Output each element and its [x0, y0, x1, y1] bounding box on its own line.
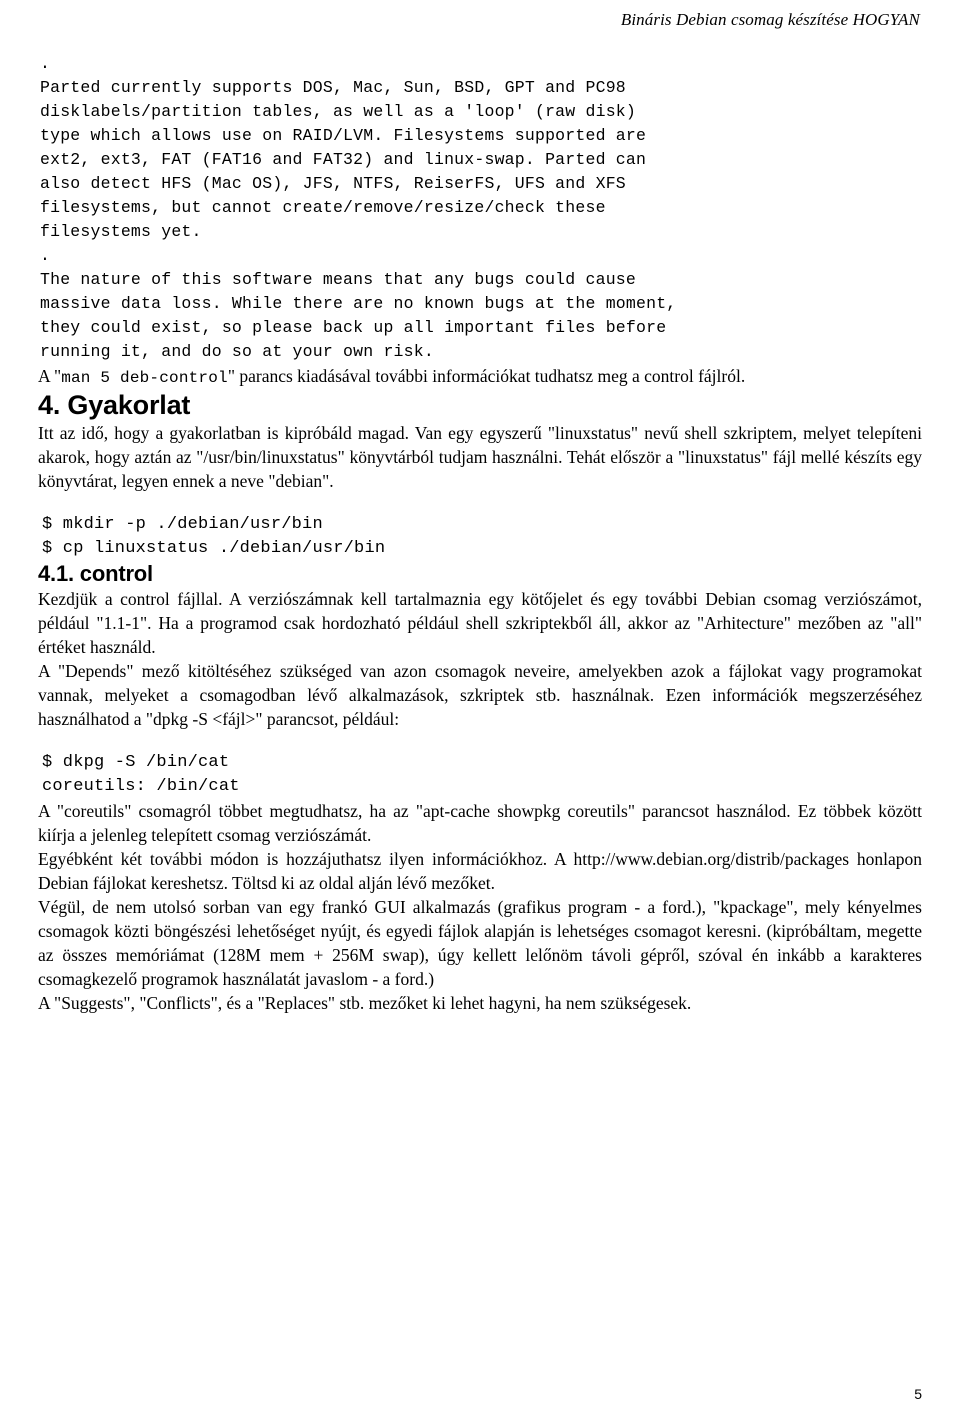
- command-line: $ dkpg -S /bin/cat: [42, 753, 230, 772]
- text-suffix: " parancs kiadásával további információk…: [227, 366, 746, 386]
- command-block-dpkg: $ dkpg -S /bin/cat coreutils: /bin/cat: [42, 751, 922, 799]
- code-line: also detect HFS (Mac OS), JFS, NTFS, Rei…: [40, 174, 626, 193]
- code-line: .: [40, 246, 51, 265]
- page-number: 5: [914, 1386, 922, 1402]
- command-line: $ mkdir -p ./debian/usr/bin: [42, 515, 323, 534]
- code-line: Parted currently supports DOS, Mac, Sun,…: [40, 78, 626, 97]
- paragraph-coreutils: A "coreutils" csomagról többet megtudhat…: [38, 801, 922, 845]
- paragraph-control-depends: A "Depends" mező kitöltéséhez szükséged …: [38, 661, 922, 729]
- code-line: they could exist, so please back up all …: [40, 318, 667, 337]
- paragraph-deb-control: A "man 5 deb-control" parancs kiadásával…: [38, 364, 922, 390]
- code-line: disklabels/partition tables, as well as …: [40, 102, 636, 121]
- section-heading-control: 4.1. control: [38, 561, 153, 586]
- code-line: filesystems yet.: [40, 222, 202, 241]
- code-line: ext2, ext3, FAT (FAT16 and FAT32) and li…: [40, 150, 647, 169]
- paragraph-optional-fields: A "Suggests", "Conflicts", és a "Replace…: [38, 993, 692, 1013]
- command-block-mkdir: $ mkdir -p ./debian/usr/bin $ cp linuxst…: [42, 513, 922, 561]
- running-header: Bináris Debian csomag készítése HOGYAN: [620, 10, 920, 29]
- paragraph-gyakorlat-intro: Itt az idő, hogy a gyakorlatban is kipró…: [38, 423, 922, 491]
- code-line: filesystems, but cannot create/remove/re…: [40, 198, 606, 217]
- code-line: massive data loss. While there are no kn…: [40, 294, 677, 313]
- document-page: Bináris Debian csomag készítése HOGYAN .…: [0, 0, 960, 1420]
- inline-command: man 5 deb-control: [61, 369, 228, 387]
- text-prefix: A ": [38, 366, 62, 386]
- command-line: $ cp linuxstatus ./debian/usr/bin: [42, 539, 386, 558]
- code-line: The nature of this software means that a…: [40, 270, 636, 289]
- code-line: type which allows use on RAID/LVM. Files…: [40, 126, 647, 145]
- command-output-line: coreutils: /bin/cat: [42, 777, 240, 796]
- code-line: running it, and do so at your own risk.: [40, 342, 434, 361]
- paragraph-kpackage: Végül, de nem utolsó sorban van egy fran…: [38, 897, 922, 989]
- paragraph-debian-site: Egyébként két további módon is hozzájuth…: [38, 849, 922, 893]
- section-heading-gyakorlat: 4. Gyakorlat: [38, 390, 191, 420]
- code-block-parted: . Parted currently supports DOS, Mac, Su…: [40, 52, 922, 364]
- code-line: .: [40, 54, 51, 73]
- paragraph-control-1: Kezdjük a control fájllal. A verziószámn…: [38, 589, 922, 657]
